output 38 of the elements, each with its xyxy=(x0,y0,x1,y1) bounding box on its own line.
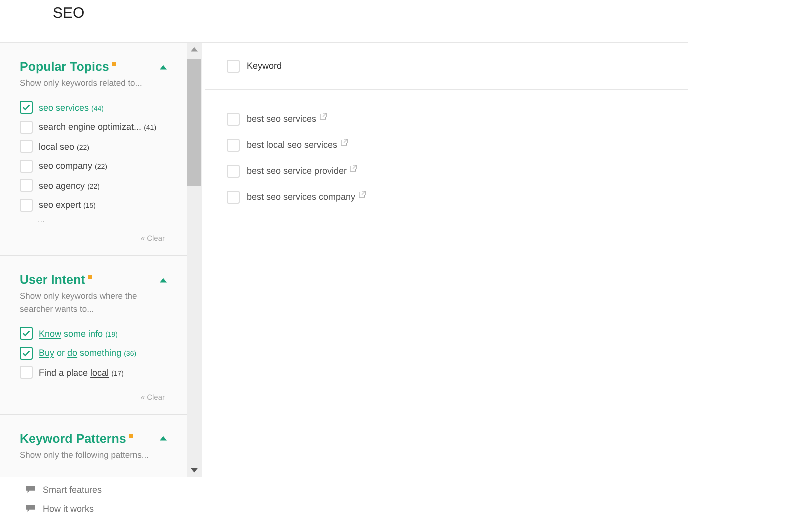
filter-description: Show only keywords where the searcher wants to... xyxy=(20,290,138,316)
collapse-caret-icon[interactable] xyxy=(160,64,167,70)
external-link-icon[interactable] xyxy=(358,190,366,198)
footer-link[interactable]: Smart features xyxy=(43,485,102,495)
chat-bubble-icon xyxy=(26,505,35,513)
checkbox[interactable] xyxy=(20,101,33,114)
chat-bubble-icon xyxy=(26,486,35,494)
collapse-caret-icon[interactable] xyxy=(160,278,167,282)
collapse-caret-icon[interactable] xyxy=(160,436,167,441)
scroll-down-icon[interactable] xyxy=(190,468,198,473)
keyword-cell: best seo service provider xyxy=(247,166,348,176)
checkmark-icon xyxy=(22,329,31,338)
scrollbar[interactable] xyxy=(187,43,201,477)
row-checkbox[interactable] xyxy=(227,112,240,126)
keyword-cell: best local seo services xyxy=(247,140,338,150)
select-all-checkbox[interactable] xyxy=(227,60,240,72)
footer-link[interactable]: How it works xyxy=(43,504,94,514)
keyword-cell: best seo services company xyxy=(247,192,356,202)
checkmark-icon xyxy=(22,103,31,112)
row-checkbox[interactable] xyxy=(227,190,240,204)
external-link-icon[interactable] xyxy=(350,164,358,172)
row-checkbox[interactable] xyxy=(227,164,240,178)
scrollbar-thumb[interactable] xyxy=(187,59,201,186)
row-checkbox[interactable] xyxy=(227,138,240,152)
column-header[interactable]: Keyword xyxy=(247,61,282,71)
scroll-up-icon[interactable] xyxy=(190,47,198,52)
keyword-cell: best seo services xyxy=(247,114,317,124)
filter-title: Popular Topics xyxy=(20,60,110,74)
filter-description: Show only keywords related to... xyxy=(20,77,144,90)
filter-description: Show only the following patterns... xyxy=(20,448,150,462)
checkbox[interactable] xyxy=(20,327,33,340)
checkmark-icon xyxy=(22,348,31,358)
external-link-icon[interactable] xyxy=(320,112,327,120)
page-title: SEO xyxy=(53,5,85,22)
filter-title: Keyword Patterns xyxy=(20,432,126,446)
checkbox[interactable] xyxy=(20,346,33,360)
filter-title: User Intent xyxy=(20,273,86,287)
external-link-icon[interactable] xyxy=(340,138,348,146)
